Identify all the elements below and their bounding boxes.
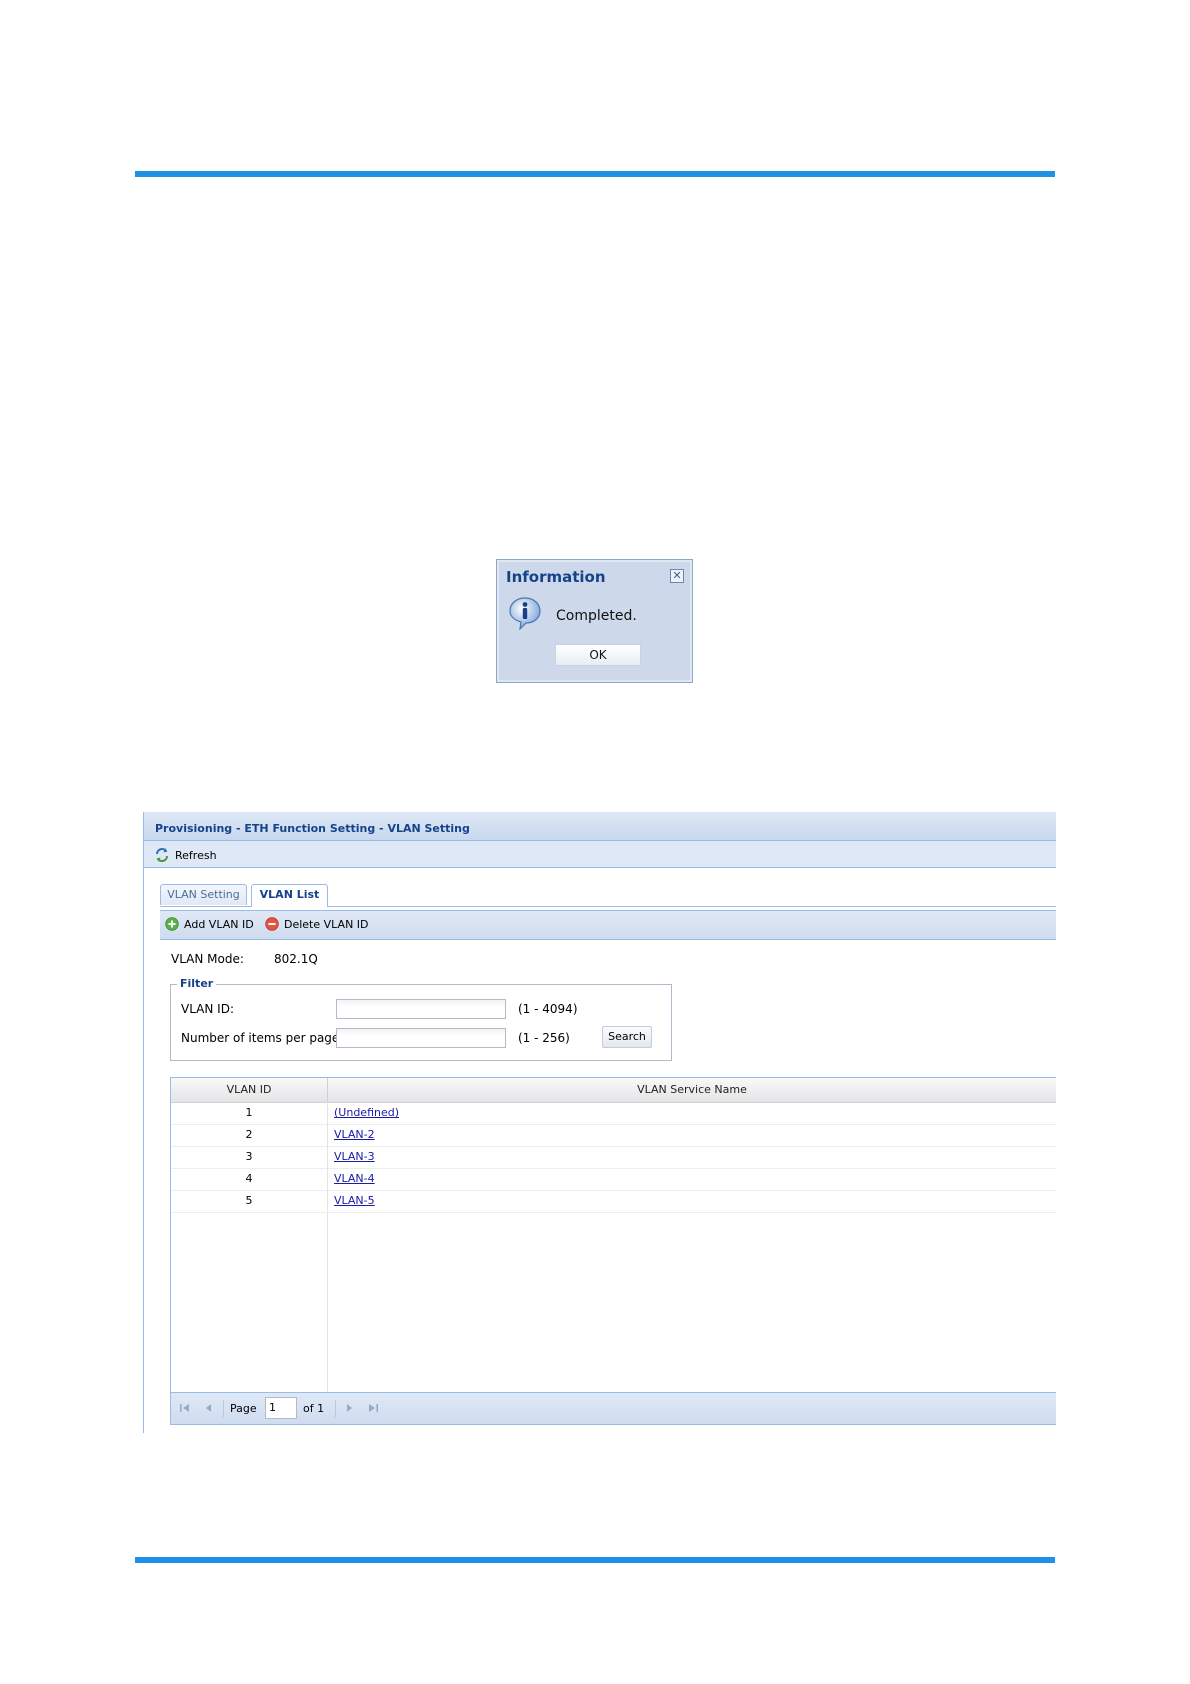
column-header-vlan-id[interactable]: VLAN ID [171,1078,328,1102]
pager-separator [223,1400,224,1417]
dialog-title: Information [506,568,606,586]
column-header-vlan-service-name[interactable]: VLAN Service Name [328,1078,1056,1102]
vlan-mode-value: 802.1Q [274,952,318,966]
dialog-message: Completed. [556,608,637,624]
vlan-grid: VLAN ID VLAN Service Name 1 (Undefined) … [170,1077,1056,1425]
previous-page-icon[interactable] [203,1402,215,1414]
table-row[interactable]: 4 VLAN-4 [171,1168,1056,1191]
vlan-id-range: (1 - 4094) [518,1002,578,1016]
table-row[interactable]: 3 VLAN-3 [171,1146,1056,1169]
vlan-service-name-link[interactable]: (Undefined) [334,1102,399,1124]
add-vlan-id-label: Add VLAN ID [184,917,254,931]
page-count: of 1 [303,1402,325,1415]
delete-vlan-id-label: Delete VLAN ID [284,917,369,931]
table-row[interactable]: 1 (Undefined) [171,1102,1056,1125]
delete-vlan-id-button[interactable]: Delete VLAN ID [265,917,369,931]
tab-vlan-setting[interactable]: VLAN Setting [160,884,247,905]
top-rule [135,171,1055,177]
top-toolbar: Refresh [144,841,1056,868]
grid-header: VLAN ID VLAN Service Name [171,1078,1056,1103]
last-page-icon[interactable] [367,1402,379,1414]
tab-strip: VLAN Setting VLAN List [160,884,1056,907]
vlan-id-cell: 3 [171,1146,328,1168]
tab-vlan-list[interactable]: VLAN List [251,884,328,907]
table-row[interactable]: 2 VLAN-2 [171,1124,1056,1147]
refresh-label: Refresh [175,848,217,862]
filter-fieldset: Filter VLAN ID: (1 - 4094) Number of ite… [170,977,672,1061]
vlan-mode-label: VLAN Mode: [171,952,244,966]
items-per-page-input[interactable] [336,1028,506,1048]
info-icon [509,597,541,630]
information-dialog: Information ✕ Completed. OK [496,559,693,683]
next-page-icon[interactable] [343,1402,355,1414]
panel-header: Provisioning - ETH Function Setting - VL… [144,812,1056,841]
refresh-button[interactable]: Refresh [154,847,217,863]
first-page-icon[interactable] [179,1402,191,1414]
page-number-input[interactable]: 1 [265,1397,297,1419]
vlan-id-input[interactable] [336,999,506,1019]
vlan-service-name-link[interactable]: VLAN-4 [334,1168,375,1190]
close-icon[interactable]: ✕ [670,569,684,583]
pager-separator [335,1400,336,1417]
vlan-id-cell: 1 [171,1102,328,1124]
filter-legend: Filter [177,977,217,990]
vlan-service-name-link[interactable]: VLAN-5 [334,1190,375,1212]
items-per-page-range: (1 - 256) [518,1031,570,1045]
vlan-service-name-link[interactable]: VLAN-3 [334,1146,375,1168]
vlan-service-name-link[interactable]: VLAN-2 [334,1124,375,1146]
vlan-id-cell: 4 [171,1168,328,1190]
add-icon [165,917,179,931]
paging-toolbar: Page 1 of 1 [171,1392,1056,1424]
vlan-setting-panel: Provisioning - ETH Function Setting - VL… [143,812,1056,1433]
search-button[interactable]: Search [602,1026,652,1048]
page-label: Page [230,1402,257,1415]
refresh-icon [156,848,168,862]
add-vlan-id-button[interactable]: Add VLAN ID [165,917,254,931]
delete-icon [265,917,279,931]
table-row[interactable]: 5 VLAN-5 [171,1190,1056,1213]
vlan-id-cell: 2 [171,1124,328,1146]
ok-button[interactable]: OK [555,644,641,666]
breadcrumb: Provisioning - ETH Function Setting - VL… [155,822,470,835]
items-per-page-label: Number of items per page: [181,1031,344,1045]
vlan-id-filter-label: VLAN ID: [181,1002,234,1016]
vlan-id-cell: 5 [171,1190,328,1212]
bottom-rule [135,1557,1055,1563]
vlan-list-toolbar: Add VLAN ID Delete VLAN ID [160,910,1056,940]
